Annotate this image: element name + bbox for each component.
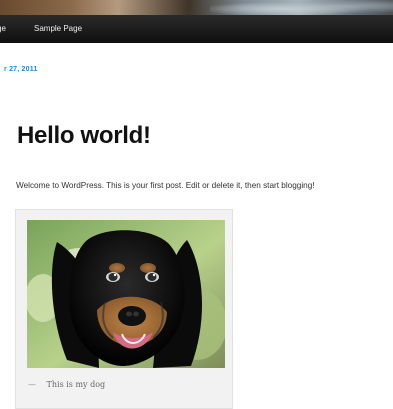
nav-item-sample-page[interactable]: Sample Page <box>34 15 82 43</box>
dog-photo[interactable] <box>27 220 225 368</box>
nav-item-home[interactable]: ge <box>0 15 6 43</box>
caption-dash: — <box>28 380 36 389</box>
caption-text: This is my dog <box>46 380 106 389</box>
post-date-link[interactable]: r 27, 2011 <box>4 66 38 73</box>
content-area: r 27, 2011 Hello world! Welcome to WordP… <box>0 43 393 409</box>
post-figure: — This is my dog <box>15 209 233 409</box>
dog-photo-icon <box>27 220 225 368</box>
header-image <box>0 0 393 15</box>
figure-caption: — This is my dog <box>28 380 105 389</box>
main-navigation: ge Sample Page <box>0 15 393 43</box>
post-title[interactable]: Hello world! <box>17 122 151 150</box>
post-excerpt: Welcome to WordPress. This is your first… <box>16 181 315 190</box>
